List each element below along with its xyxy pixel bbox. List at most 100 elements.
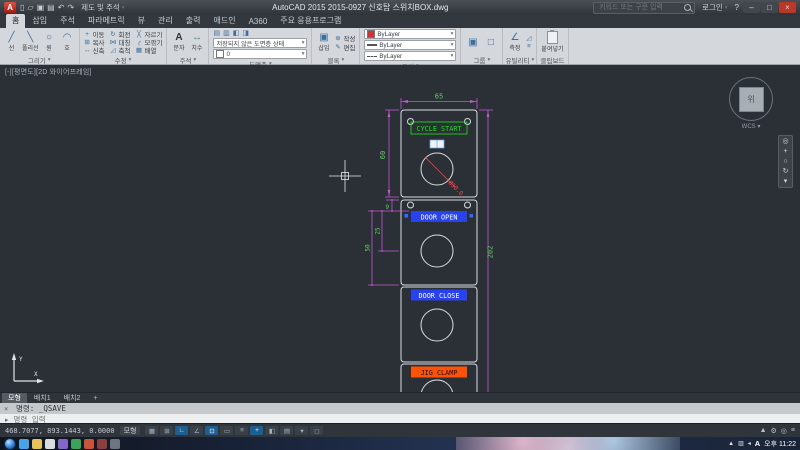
ime-indicator[interactable]: A [755, 439, 760, 448]
customization-menu-icon[interactable]: ≡ [791, 427, 795, 434]
ribbon-tab-output[interactable]: 출력 [180, 14, 207, 28]
viewcube-wcs-menu[interactable]: WCS ▾ [742, 123, 761, 130]
measure-button[interactable]: ∠ 측정 [507, 32, 522, 52]
taskbar-app-icon[interactable] [32, 439, 42, 449]
edit-block-button[interactable]: ✎편집 [334, 43, 355, 51]
panel-clipboard-label[interactable]: 클립보드 [537, 56, 567, 64]
group-button[interactable]: ▣ [465, 37, 480, 48]
osnap-toggle[interactable]: ⊡ [205, 426, 218, 435]
new-button[interactable]: ▯ [20, 3, 24, 12]
model-space-canvas[interactable]: [-][평면도][2D 와이어프레임] CYCLE START [0, 65, 800, 392]
point-button[interactable]: ≡ [525, 43, 532, 51]
otrack-toggle[interactable]: ≡ [235, 426, 248, 435]
panel-block-label[interactable]: 블록 ▾ [312, 56, 359, 64]
panel-utilities-label[interactable]: 유틸리티 ▾ [503, 56, 536, 64]
layer-off-icon[interactable]: ▥ [223, 29, 230, 37]
redo-button[interactable]: ↷ [67, 3, 74, 12]
new-layout-button[interactable]: + [87, 393, 103, 403]
layout2-tab[interactable]: 배치2 [58, 393, 87, 403]
text-button[interactable]: A 문자 [171, 32, 186, 52]
undo-button[interactable]: ↶ [58, 3, 65, 12]
object-color-dropdown[interactable]: ByLayer ▾ [364, 29, 456, 39]
ribbon-tab-home[interactable]: 홈 [6, 14, 25, 28]
ribbon-tab-parametric[interactable]: 파라메트릭 [82, 14, 131, 28]
line-button[interactable]: ╱ 선 [4, 32, 19, 52]
selection-cycling-toggle[interactable]: ▾ [295, 426, 308, 435]
scale-button[interactable]: ◿축척 [110, 46, 131, 54]
annotation-scale-icon[interactable]: ▲ [760, 427, 767, 434]
tray-expand-icon[interactable]: ▲ [728, 441, 734, 447]
paste-button[interactable]: 붙여넣기 [541, 31, 563, 53]
panel-annotation-label[interactable]: 주석 ▾ [167, 56, 208, 64]
autocad-logo-button[interactable]: A [4, 2, 16, 13]
ribbon-tab-addins[interactable]: 애드인 [208, 14, 242, 28]
annotation-visibility-toggle[interactable]: ◻ [310, 426, 323, 435]
save-button[interactable]: ▣ [37, 3, 45, 12]
open-button[interactable]: ▱ [27, 3, 33, 12]
stretch-button[interactable]: ↔신축 [84, 46, 105, 54]
minimize-button[interactable]: – [743, 2, 760, 13]
ortho-toggle[interactable]: ∟ [175, 426, 188, 435]
ribbon-tab-featured-apps[interactable]: 주요 응용프로그램 [274, 14, 347, 28]
lineweight-dropdown[interactable]: ByLayer ▾ [364, 40, 456, 50]
taskbar-app-icon[interactable] [110, 439, 120, 449]
viewcube-top-face[interactable]: 위 [739, 87, 764, 112]
snap-toggle[interactable]: ⊞ [160, 426, 173, 435]
taskbar-app-icon[interactable] [58, 439, 68, 449]
viewcube-compass-ring[interactable]: 위 [729, 77, 773, 121]
search-input[interactable] [597, 3, 681, 12]
quick-select-button[interactable]: ◿ [525, 34, 532, 42]
panel-draw-label[interactable]: 그리기 ▾ [0, 56, 79, 64]
help-button[interactable]: ? [735, 3, 739, 12]
layout1-tab[interactable]: 배치1 [28, 393, 57, 403]
taskbar-app-icon[interactable] [45, 439, 55, 449]
taskbar-app-icon[interactable] [71, 439, 81, 449]
infocenter-search[interactable] [593, 2, 695, 14]
workspace-switcher[interactable]: 제도 및 주석 ▾ [78, 2, 127, 13]
panel-modify-label[interactable]: 수정 ▾ [80, 56, 167, 64]
start-button[interactable] [4, 438, 16, 450]
plot-button[interactable]: ▤ [47, 3, 55, 12]
insert-block-button[interactable]: ▣ 삽입 [316, 32, 331, 52]
steering-wheel-icon[interactable]: ◎ [782, 138, 788, 145]
viewcube[interactable]: 위 WCS ▾ [724, 77, 778, 130]
close-button[interactable]: × [779, 2, 796, 13]
maximize-button[interactable]: □ [761, 2, 778, 13]
model-space-button[interactable]: 모형 [120, 426, 141, 435]
layer-freeze-icon[interactable]: ◨ [242, 29, 249, 37]
ribbon-tab-annotate[interactable]: 주석 [54, 14, 81, 28]
command-close-icon[interactable]: × [4, 405, 8, 413]
ribbon-tab-a360[interactable]: A360 [243, 16, 274, 28]
zoom-icon[interactable]: ○ [783, 158, 787, 165]
taskbar-app-icon[interactable] [97, 439, 107, 449]
circle-button[interactable]: ○ 원 [42, 32, 57, 52]
polar-toggle[interactable]: ∠ [190, 426, 203, 435]
taskbar-clock[interactable]: 오후 11:22 [764, 439, 796, 449]
ribbon-tab-manage[interactable]: 관리 [152, 14, 179, 28]
layer-state-dropdown[interactable]: 저장되지 않은 도면층 상태 ▾ [213, 38, 307, 48]
orbit-icon[interactable]: ↻ [783, 168, 789, 175]
signin-button[interactable]: 로그인 ▾ [699, 2, 730, 13]
panel-groups-label[interactable]: 그룹 ▾ [461, 56, 502, 64]
pan-icon[interactable]: + [783, 148, 787, 155]
arc-button[interactable]: ◠ 호 [60, 32, 75, 52]
ungroup-button[interactable]: □ [483, 37, 498, 48]
layer-isolate-icon[interactable]: ◧ [233, 29, 240, 37]
volume-icon[interactable]: ◂ [748, 440, 751, 447]
taskbar-app-icon[interactable] [84, 439, 94, 449]
create-block-button[interactable]: ⊕작성 [334, 34, 355, 42]
isolate-objects-icon[interactable]: ◎ [781, 427, 787, 435]
ribbon-tab-view[interactable]: 뷰 [132, 14, 151, 28]
grid-toggle[interactable]: ▦ [145, 426, 158, 435]
drawing-viewport[interactable]: CYCLE START DOOR OPEN DOOR CLOSE JIG CLA… [0, 65, 800, 392]
transparency-toggle[interactable]: ▤ [280, 426, 293, 435]
layer-dropdown[interactable]: 0 ▾ [213, 49, 307, 59]
ribbon-tab-insert[interactable]: 삽입 [26, 14, 53, 28]
dimension-button[interactable]: ↔ 치수 [189, 32, 204, 52]
isodraft-toggle[interactable]: ▭ [220, 426, 233, 435]
dynamic-input-toggle[interactable]: + [250, 426, 263, 435]
layer-properties-icon[interactable]: ▤ [213, 29, 220, 37]
navbar-more-icon[interactable]: ▾ [784, 178, 788, 185]
workspace-gear-icon[interactable]: ⚙ [771, 427, 777, 435]
taskbar-app-icon[interactable] [19, 439, 29, 449]
